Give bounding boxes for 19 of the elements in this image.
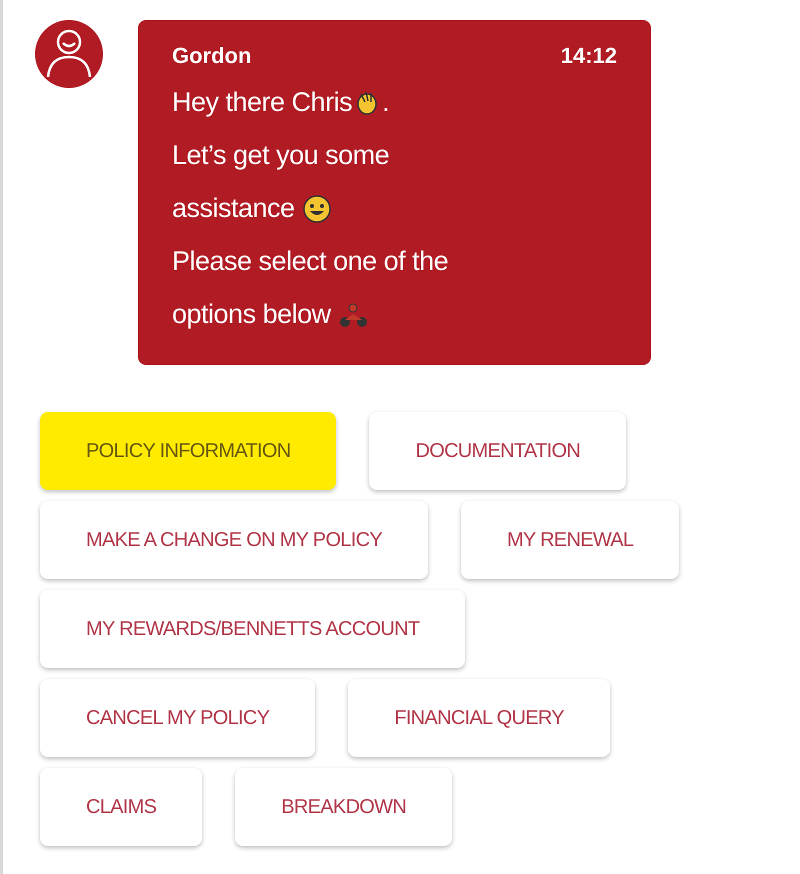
option-button[interactable]: MAKE A CHANGE ON MY POLICY bbox=[40, 501, 428, 579]
message-text: Please select one of the bbox=[172, 245, 448, 278]
message-text: Let’s get you some bbox=[172, 139, 390, 172]
option-button[interactable]: MY RENEWAL bbox=[460, 501, 680, 579]
option-button[interactable]: CANCEL MY POLICY bbox=[40, 679, 316, 757]
message-text: assistance bbox=[172, 192, 296, 226]
sender-name: Gordon bbox=[172, 42, 252, 70]
avatar-icon bbox=[35, 20, 103, 88]
message-text: . bbox=[382, 86, 390, 120]
option-button[interactable]: FINANCIAL QUERY bbox=[348, 679, 610, 757]
option-button[interactable]: POLICY INFORMATION bbox=[40, 412, 336, 490]
smiley-icon bbox=[302, 194, 332, 224]
message-time: 14:12 bbox=[560, 42, 617, 70]
option-button[interactable]: CLAIMS bbox=[40, 768, 202, 846]
option-button[interactable]: BREAKDOWN bbox=[235, 768, 452, 846]
message-text: options below bbox=[172, 298, 332, 332]
message-text: Hey there Chris bbox=[172, 86, 352, 120]
option-button[interactable]: MY REWARDS/BENNETTS ACCOUNT bbox=[40, 590, 466, 668]
option-button[interactable]: DOCUMENTATION bbox=[369, 412, 626, 490]
